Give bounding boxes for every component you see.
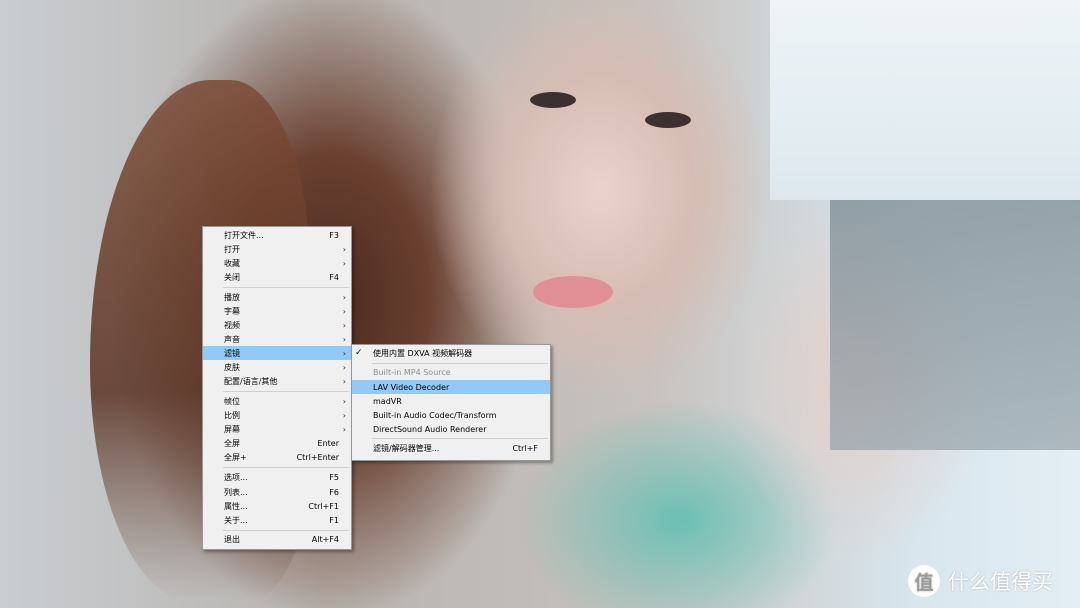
menu-item-label: 帧位: [224, 396, 240, 406]
menu-item-config-language[interactable]: 配置/语言/其他 ›: [203, 374, 351, 388]
submenu-arrow-icon: ›: [342, 410, 346, 420]
menu-item-label: 打开: [224, 244, 240, 254]
menu-item-label: 打开文件...: [224, 230, 264, 240]
menu-item-label: 全屏+: [224, 452, 247, 462]
menu-item-favorites[interactable]: 收藏 ›: [203, 256, 351, 270]
menu-item-label: 字幕: [224, 306, 240, 316]
menu-item-label: 全屏: [224, 438, 240, 448]
menu-item-label: 播放: [224, 292, 240, 302]
watermark: 值 什么值得买: [908, 562, 1053, 600]
submenu-arrow-icon: ›: [342, 362, 346, 372]
submenu-arrow-icon: ›: [342, 376, 346, 386]
menu-item-label: 声音: [224, 334, 240, 344]
menu-item-label: 滤镜: [224, 348, 240, 358]
submenu-arrow-icon: ›: [342, 396, 346, 406]
menu-item-properties[interactable]: 属性... Ctrl+F1: [203, 499, 351, 513]
submenu-arrow-icon: ›: [342, 320, 346, 330]
menu-item-label: 视频: [224, 320, 240, 330]
menu-item-open[interactable]: 打开 ›: [203, 242, 351, 256]
menu-item-options[interactable]: 选项... F5: [203, 470, 351, 484]
menu-item-label: 选项...: [224, 472, 248, 482]
submenu-arrow-icon: ›: [342, 334, 346, 344]
menu-separator: [223, 467, 349, 468]
menu-item-shortcut: Alt+F4: [311, 534, 339, 544]
watermark-text: 什么值得买: [948, 570, 1053, 594]
menu-item-shortcut: Ctrl+F1: [308, 501, 339, 511]
menu-item-exit[interactable]: 退出 Alt+F4: [203, 532, 351, 546]
menu-item-label: 列表...: [224, 487, 248, 497]
menu-item-audio[interactable]: 声音 ›: [203, 332, 351, 346]
menu-item-playlist[interactable]: 列表... F6: [203, 485, 351, 499]
menu-item-label: madVR: [373, 396, 402, 406]
video-subject-lips: [533, 276, 613, 308]
submenu-arrow-icon: ›: [342, 292, 346, 302]
menu-item-label: Built-in MP4 Source: [373, 367, 451, 377]
menu-item-label: 使用内置 DXVA 视频解码器: [373, 348, 473, 358]
checkmark-icon: ✓: [355, 348, 363, 358]
menu-item-label: 退出: [224, 534, 240, 544]
submenu-arrow-icon: ›: [342, 244, 346, 254]
menu-item-shortcut: Ctrl+F: [512, 443, 538, 453]
menu-item-shortcut: F4: [329, 272, 339, 282]
submenu-arrow-icon: ›: [342, 306, 346, 316]
menu-item-label: 滤镜/解码器管理...: [373, 443, 440, 453]
menu-item-label: LAV Video Decoder: [373, 382, 450, 392]
menu-item-shortcut: F6: [329, 487, 339, 497]
menu-item-shortcut: Enter: [317, 438, 339, 448]
menu-item-about[interactable]: 关于... F1: [203, 513, 351, 527]
menu-item-frame[interactable]: 帧位 ›: [203, 394, 351, 408]
menu-item-playback[interactable]: 播放 ›: [203, 290, 351, 304]
menu-item-label: 配置/语言/其他: [224, 376, 278, 386]
menu-item-label: 收藏: [224, 258, 240, 268]
menu-separator: [372, 363, 548, 364]
menu-item-aspect-ratio[interactable]: 比例 ›: [203, 408, 351, 422]
menu-item-label: 屏幕: [224, 424, 240, 434]
watermark-logo-icon: 值: [908, 565, 940, 597]
menu-item-label: 皮肤: [224, 362, 240, 372]
video-subject-eye: [645, 112, 691, 128]
submenu-item-filter-manager[interactable]: 滤镜/解码器管理... Ctrl+F: [352, 441, 550, 455]
menu-item-label: 关闭: [224, 272, 240, 282]
submenu-item-directsound-renderer[interactable]: DirectSound Audio Renderer: [352, 422, 550, 436]
menu-item-screen[interactable]: 屏幕 ›: [203, 422, 351, 436]
submenu-arrow-icon: ›: [342, 348, 346, 358]
menu-item-label: DirectSound Audio Renderer: [373, 424, 487, 434]
menu-item-shortcut: F5: [329, 472, 339, 482]
filters-submenu: ✓ 使用内置 DXVA 视频解码器 Built-in MP4 Source LA…: [351, 344, 551, 461]
context-menu: 打开文件... F3 打开 › 收藏 › 关闭 F4 播放 › 字幕 › 视频 …: [202, 226, 352, 550]
watermark-logo-glyph: 值: [914, 571, 934, 594]
menu-item-fullscreen-plus[interactable]: 全屏+ Ctrl+Enter: [203, 450, 351, 464]
menu-item-shortcut: F1: [329, 515, 339, 525]
submenu-item-mp4-source: Built-in MP4 Source: [352, 365, 550, 379]
menu-item-skins[interactable]: 皮肤 ›: [203, 360, 351, 374]
menu-separator: [223, 391, 349, 392]
menu-item-label: 比例: [224, 410, 240, 420]
video-subject-eye: [530, 92, 576, 108]
menu-item-filters[interactable]: 滤镜 ›: [203, 346, 351, 360]
video-frame[interactable]: [0, 0, 1080, 608]
menu-item-label: 关于...: [224, 515, 248, 525]
menu-separator: [223, 287, 349, 288]
menu-item-shortcut: Ctrl+Enter: [296, 452, 339, 462]
video-background-window: [770, 0, 1080, 200]
submenu-item-audio-codec[interactable]: Built-in Audio Codec/Transform: [352, 408, 550, 422]
submenu-item-madvr[interactable]: madVR: [352, 394, 550, 408]
video-background-sofa: [830, 200, 1080, 450]
menu-item-close[interactable]: 关闭 F4: [203, 270, 351, 284]
submenu-arrow-icon: ›: [342, 258, 346, 268]
menu-separator: [372, 438, 548, 439]
menu-item-label: Built-in Audio Codec/Transform: [373, 410, 497, 420]
menu-item-open-file[interactable]: 打开文件... F3: [203, 228, 351, 242]
menu-item-shortcut: F3: [329, 230, 339, 240]
menu-item-fullscreen[interactable]: 全屏 Enter: [203, 436, 351, 450]
menu-separator: [223, 530, 349, 531]
submenu-item-lav-video-decoder[interactable]: LAV Video Decoder: [352, 380, 550, 394]
menu-item-video[interactable]: 视频 ›: [203, 318, 351, 332]
menu-item-label: 属性...: [224, 501, 248, 511]
submenu-item-builtin-dxva[interactable]: ✓ 使用内置 DXVA 视频解码器: [352, 346, 550, 360]
menu-item-subtitles[interactable]: 字幕 ›: [203, 304, 351, 318]
submenu-arrow-icon: ›: [342, 424, 346, 434]
